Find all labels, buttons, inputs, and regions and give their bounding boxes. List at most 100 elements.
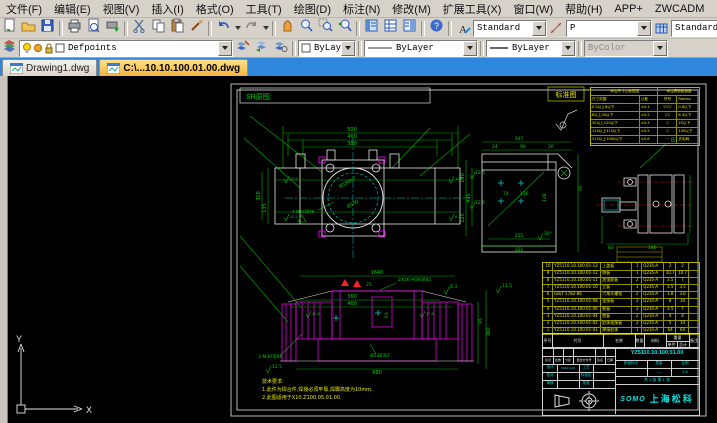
layer-states-button[interactable] <box>271 40 290 57</box>
tolerance-cell: ~ <box>658 136 678 144</box>
menu-help[interactable]: 帮助(H) <box>559 0 608 18</box>
dim-text: 180 <box>648 245 657 251</box>
make-layer-current-button[interactable] <box>233 40 252 57</box>
table-style-combo[interactable]: Standard <box>671 20 717 37</box>
dim-text: 125 <box>460 213 466 223</box>
menu-edit[interactable]: 编辑(E) <box>48 0 97 18</box>
detail-view: B 60 180 <box>596 138 694 251</box>
menu-insert[interactable]: 插入(I) <box>145 0 189 18</box>
bore-label: Ø190H7 <box>338 176 357 190</box>
text-style-control-icon: A <box>454 20 473 37</box>
tab-active-drawing[interactable]: C:\...10.10.100.01.00.dwg <box>99 59 248 76</box>
undo-button[interactable] <box>214 20 233 37</box>
print-preview-icon <box>86 18 101 38</box>
combo-arrow-icon[interactable] <box>463 41 477 56</box>
pan-button[interactable] <box>278 20 297 37</box>
tolerance-header: 未注尺寸公差范围 未注表面粗糙度 <box>591 88 699 96</box>
notes-line: 1.此件为焊合件,焊接必须牢靠,焊脚高度为10mm. <box>262 386 373 393</box>
flag-text: 12.5 <box>290 176 299 181</box>
plot-style-combo: ByColor <box>584 40 668 57</box>
menu-bar: 文件(F) 编辑(E) 视图(V) 插入(I) 格式(O) 工具(T) 绘图(D… <box>0 0 717 18</box>
bulb-on-icon <box>22 42 32 54</box>
svg-text:?: ? <box>434 21 439 31</box>
dim-text: 63 <box>384 312 390 318</box>
dim-text: 60 <box>608 245 614 251</box>
parts-table: 10YZ5110.10.100.01-13上盖板1Q235-A229YZ5110… <box>542 262 700 335</box>
menu-draw[interactable]: 绘图(D) <box>288 0 337 18</box>
menu-tools[interactable]: 工具(T) <box>240 0 288 18</box>
copy-button[interactable] <box>149 20 168 37</box>
cut-button[interactable] <box>130 20 149 37</box>
redo-dropdown[interactable] <box>261 20 270 37</box>
dim-text: 321 <box>515 247 524 253</box>
view-label: SR原图: <box>246 93 272 101</box>
combo-arrow-icon[interactable] <box>532 21 546 36</box>
dim-style-combo[interactable]: P <box>566 20 652 37</box>
document-tab-bar: Drawing1.dwg C:\...10.10.100.01.00.dwg <box>0 58 717 76</box>
dim-text: 135 <box>262 203 268 213</box>
properties-button[interactable] <box>362 20 381 37</box>
design-center-button[interactable] <box>381 20 400 37</box>
tolerance-cell: 0.5以上6以下 <box>591 104 640 112</box>
menu-modify[interactable]: 修改(M) <box>386 0 437 18</box>
layer-combo[interactable]: Defpoints <box>19 40 233 57</box>
zoom-previous-button[interactable] <box>335 20 354 37</box>
lineweight-combo[interactable]: ByLayer <box>486 40 576 57</box>
color-combo[interactable]: ByLayer <box>298 40 356 57</box>
menu-file[interactable]: 文件(F) <box>0 0 48 18</box>
menu-zwcadm[interactable]: ZWCADM <box>649 2 711 16</box>
layer-value: Defpoints <box>65 43 218 53</box>
undo-dropdown[interactable] <box>233 20 242 37</box>
redo-button[interactable] <box>242 20 261 37</box>
flag-text: 12.5 <box>312 311 321 316</box>
layer-manager-button[interactable] <box>0 40 19 57</box>
toolbar-separator <box>124 21 128 36</box>
company-cell: SOMO 上海松科 <box>615 384 699 414</box>
col-label: 符号 <box>658 96 678 104</box>
scissors-icon <box>132 18 147 38</box>
zoom-window-button[interactable] <box>316 20 335 37</box>
tolerance-cell: 6.3以下 <box>677 112 699 120</box>
tolerance-cell: ▽▽▽ <box>658 104 678 112</box>
toolbar-separator <box>578 41 582 56</box>
menu-dimension[interactable]: 标注(N) <box>337 0 386 18</box>
parts-row: 2YZ5110.10.100.01-02缸体连接板2Q235-A510 <box>543 320 699 327</box>
linetype-combo[interactable]: ByLayer <box>364 40 478 57</box>
paste-button[interactable] <box>168 20 187 37</box>
combo-arrow-icon[interactable] <box>341 41 355 56</box>
text-style-combo[interactable]: Standard <box>473 20 547 37</box>
combo-arrow-icon[interactable] <box>637 21 651 36</box>
undo-icon <box>216 18 231 38</box>
menu-window[interactable]: 窗口(W) <box>507 0 559 18</box>
dim-text: 360 <box>486 327 492 336</box>
menu-format[interactable]: 格式(O) <box>190 0 240 18</box>
front-view: 500 460 380 360 460 318 135 435 190 125 <box>244 116 472 318</box>
open-button[interactable] <box>19 20 38 37</box>
menu-app-plus[interactable]: APP+ <box>608 2 648 16</box>
new-button[interactable] <box>0 20 19 37</box>
combo-arrow-icon[interactable] <box>561 41 575 56</box>
menu-express[interactable]: 扩展工具(X) <box>437 0 508 18</box>
layer-previous-button[interactable] <box>252 40 271 57</box>
properties-icon <box>364 18 379 38</box>
linetype-sample <box>365 42 393 54</box>
layer-state-icons <box>20 42 65 54</box>
toolbar-separator <box>358 41 362 56</box>
tool-palettes-icon <box>402 18 417 38</box>
help-button[interactable]: ? <box>427 20 446 37</box>
dim-style-value: P <box>567 23 637 33</box>
menu-view[interactable]: 视图(V) <box>97 0 146 18</box>
drawing-canvas[interactable]: SR原图: 标准图 500 <box>0 76 717 423</box>
match-properties-button[interactable] <box>187 20 206 37</box>
zoom-realtime-button[interactable] <box>297 20 316 37</box>
dim-text: 25 <box>366 282 372 288</box>
print-preview-button[interactable] <box>84 20 103 37</box>
weld-label: 2X26-M39深85 <box>398 276 431 283</box>
plot-button[interactable] <box>103 20 122 37</box>
dim-text: 24 <box>492 144 498 150</box>
print-button[interactable] <box>65 20 84 37</box>
save-button[interactable] <box>38 20 57 37</box>
tab-drawing1[interactable]: Drawing1.dwg <box>2 59 97 76</box>
combo-arrow-icon[interactable] <box>218 41 232 56</box>
tool-palettes-button[interactable] <box>400 20 419 37</box>
